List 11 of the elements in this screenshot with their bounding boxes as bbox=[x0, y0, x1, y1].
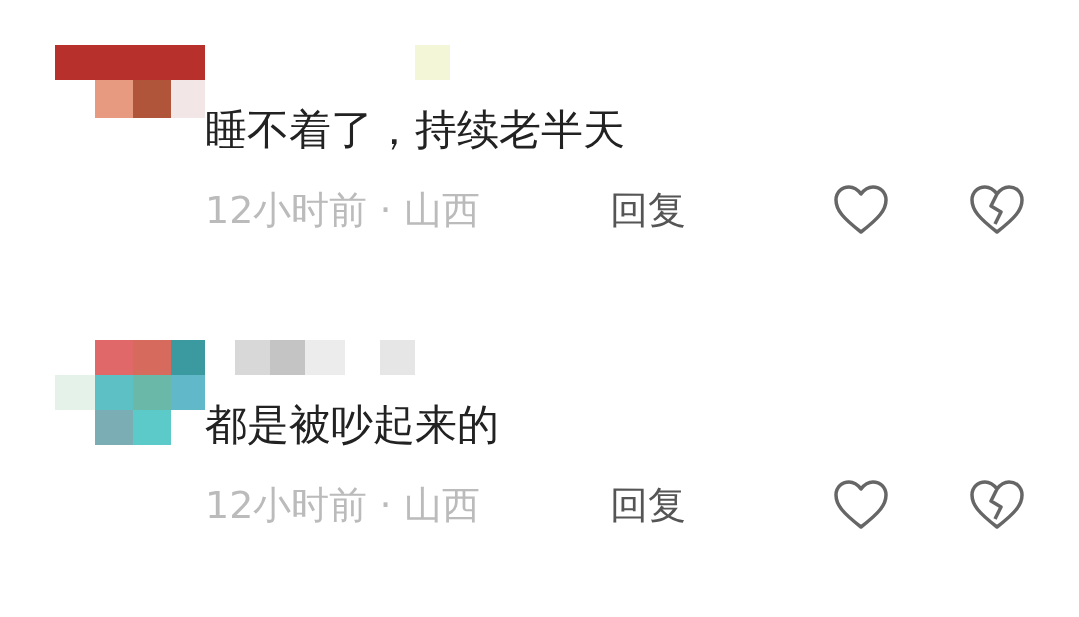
comment-text: 都是被吵起来的 bbox=[205, 399, 500, 451]
heart-icon[interactable] bbox=[833, 184, 889, 236]
heart-icon[interactable] bbox=[833, 479, 889, 531]
reply-link[interactable]: 回复 bbox=[610, 184, 686, 236]
broken-heart-icon[interactable] bbox=[969, 479, 1025, 531]
comment-meta: 12小时前 · 山西 bbox=[205, 186, 481, 234]
comment-text: 睡不着了，持续老半天 bbox=[205, 104, 626, 156]
broken-heart-icon[interactable] bbox=[969, 184, 1025, 236]
comment-meta: 12小时前 · 山西 bbox=[205, 481, 481, 529]
reply-link[interactable]: 回复 bbox=[610, 479, 686, 531]
pixelated-name bbox=[415, 45, 450, 80]
